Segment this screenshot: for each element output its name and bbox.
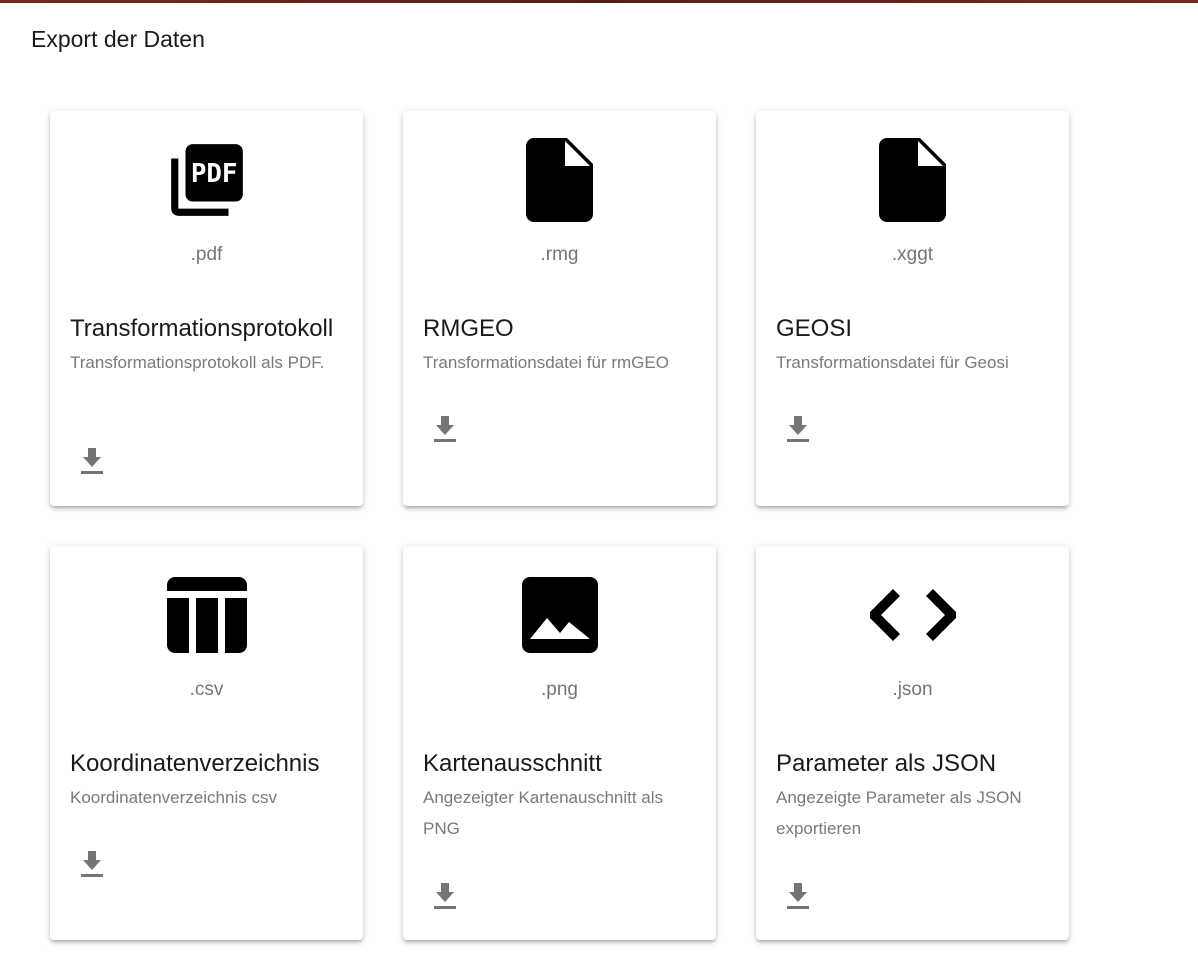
card-title: Koordinatenverzeichnis	[70, 750, 320, 777]
download-button[interactable]	[778, 409, 818, 449]
card-media	[756, 572, 1069, 662]
card-media	[403, 572, 716, 662]
export-card-csv: .csv Koordinatenverzeichnis Koordinatenv…	[50, 546, 363, 940]
card-description: Angezeigte Parameter als JSON exportiere…	[776, 788, 1022, 838]
file-extension: .rmg	[540, 244, 579, 265]
dialog-title: Export der Daten	[31, 26, 205, 52]
download-icon	[786, 415, 810, 443]
download-button[interactable]	[425, 409, 465, 449]
export-card-rmg: .rmg RMGEO Transformationsdatei für rmGE…	[403, 111, 716, 506]
export-card-grid: PDF .pdf Transformationsprotokoll Transf…	[50, 111, 1069, 940]
card-description: Transformationsprotokoll als PDF.	[70, 353, 325, 372]
image-icon	[521, 576, 598, 658]
download-button[interactable]	[425, 876, 465, 916]
download-icon	[433, 882, 457, 910]
picture-as-pdf-icon: PDF	[164, 137, 250, 228]
table-icon	[166, 576, 247, 658]
file-icon	[525, 137, 594, 228]
card-description: Transformationsdatei für rmGEO	[423, 353, 669, 372]
card-title: Kartenausschnitt	[423, 750, 602, 777]
download-icon	[80, 447, 104, 475]
card-title: Parameter als JSON	[776, 750, 997, 777]
download-button[interactable]	[72, 441, 112, 481]
download-icon	[786, 882, 810, 910]
card-description: Transformationsdatei für Geosi	[776, 353, 1009, 372]
file-extension: .xggt	[891, 244, 934, 265]
export-card-json: .json Parameter als JSON Angezeigte Para…	[756, 546, 1069, 940]
file-extension: .pdf	[190, 244, 223, 265]
card-title: RMGEO	[423, 315, 514, 342]
download-icon	[80, 850, 104, 878]
download-icon	[433, 415, 457, 443]
card-media	[403, 137, 716, 227]
code-icon	[866, 588, 959, 646]
card-title: GEOSI	[776, 315, 853, 342]
export-card-png: .png Kartenausschnitt Angezeigter Karten…	[403, 546, 716, 940]
svg-text:PDF: PDF	[190, 159, 237, 189]
card-media: PDF	[50, 137, 363, 227]
card-media	[756, 137, 1069, 227]
download-button[interactable]	[72, 844, 112, 884]
card-description: Koordinatenverzeichnis csv	[70, 788, 277, 807]
download-button[interactable]	[778, 876, 818, 916]
card-title: Transformationsprotokoll	[70, 315, 334, 342]
file-extension: .png	[541, 679, 578, 700]
file-extension: .json	[892, 679, 933, 700]
export-card-xggt: .xggt GEOSI Transformationsdatei für Geo…	[756, 111, 1069, 506]
card-media	[50, 572, 363, 662]
file-icon	[878, 137, 947, 228]
card-description: Angezeigter Kartenauschnitt als PNG	[423, 788, 664, 838]
file-extension: .csv	[189, 679, 224, 700]
export-dialog: Export der Daten PDF .pdf Transformation…	[0, 0, 1198, 969]
export-card-pdf: PDF .pdf Transformationsprotokoll Transf…	[50, 111, 363, 506]
